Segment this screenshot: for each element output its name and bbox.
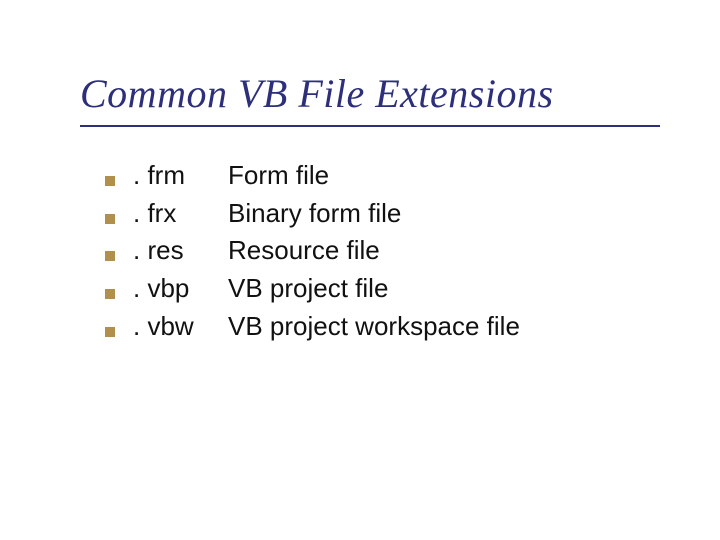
list-item: . res Resource file [105, 232, 660, 270]
extension-description: Binary form file [228, 195, 660, 233]
square-bullet-icon [105, 251, 115, 261]
list-item: . frx Binary form file [105, 195, 660, 233]
extension-description: Form file [228, 157, 660, 195]
extension-label: . frm [133, 157, 228, 195]
extension-label: . vbp [133, 270, 228, 308]
list-item: . vbw VB project workspace file [105, 308, 660, 346]
extension-label: . frx [133, 195, 228, 233]
list-item: . vbp VB project file [105, 270, 660, 308]
bullet-list: . frm Form file . frx Binary form file .… [80, 157, 660, 345]
slide-title: Common VB File Extensions [80, 70, 660, 127]
square-bullet-icon [105, 327, 115, 337]
extension-label: . res [133, 232, 228, 270]
extension-description: VB project file [228, 270, 660, 308]
slide: Common VB File Extensions . frm Form fil… [0, 0, 720, 540]
extension-description: Resource file [228, 232, 660, 270]
list-item: . frm Form file [105, 157, 660, 195]
extension-description: VB project workspace file [228, 308, 660, 346]
square-bullet-icon [105, 289, 115, 299]
square-bullet-icon [105, 214, 115, 224]
square-bullet-icon [105, 176, 115, 186]
extension-label: . vbw [133, 308, 228, 346]
